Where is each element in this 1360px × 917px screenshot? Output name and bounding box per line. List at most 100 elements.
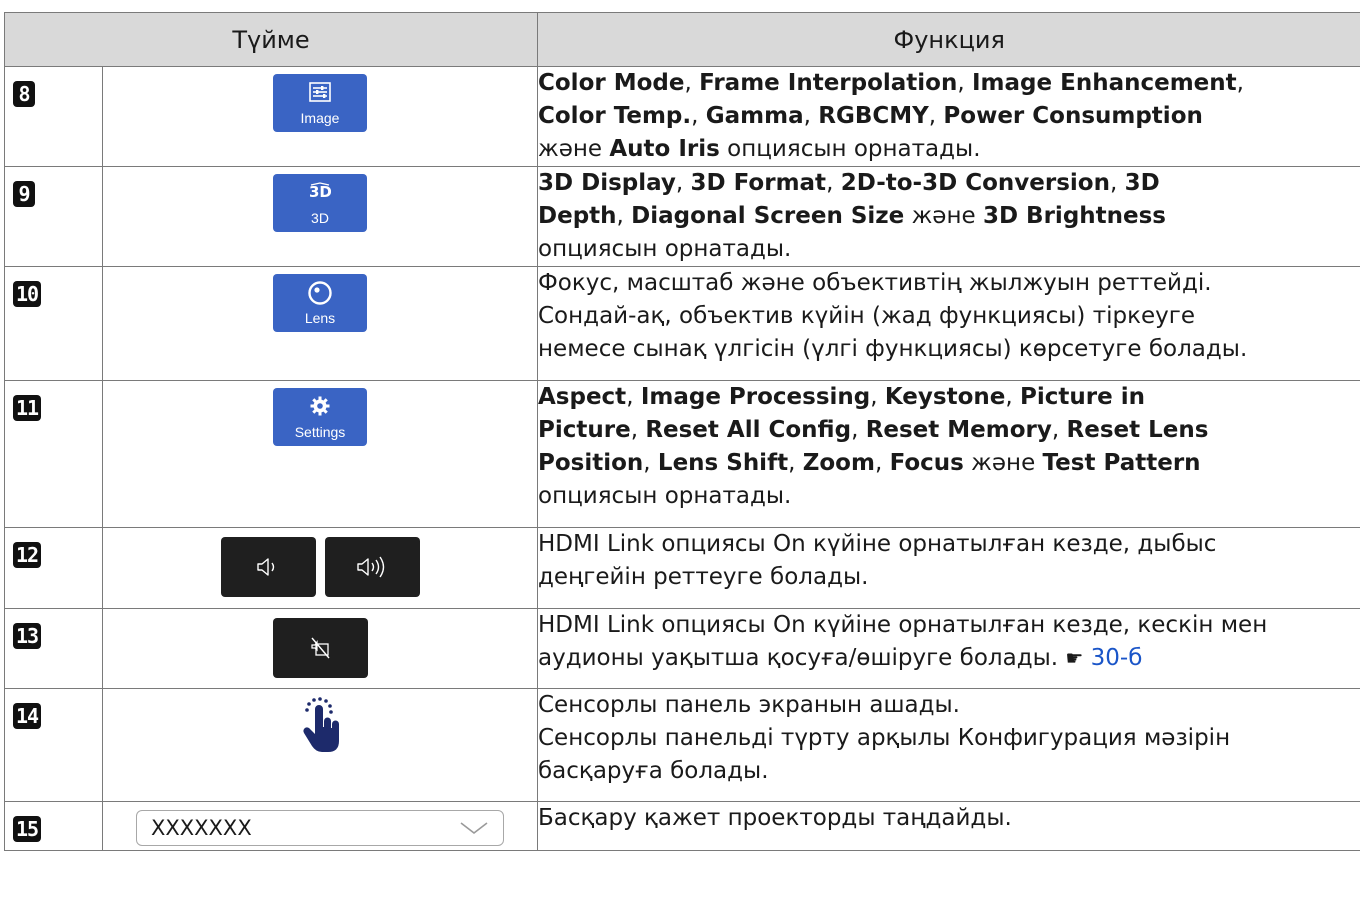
- description-text: ,: [803, 103, 819, 129]
- description-text: HDMI Link опциясы On күйіне орнатылған к…: [538, 612, 1268, 638]
- volume-up-button[interactable]: [324, 537, 420, 597]
- description-line: Position, Lens Shift, Zoom, Focus және T…: [538, 447, 1360, 480]
- description-text: Сенсорлы панель экранын ашады.: [538, 692, 961, 718]
- description-text: ,: [870, 384, 885, 410]
- option-name: 3D Display: [538, 170, 676, 196]
- description-line: опциясын орнатады.: [538, 480, 1360, 513]
- description-text: басқаруға болады.: [538, 758, 769, 784]
- option-name: Frame Interpolation: [699, 70, 958, 96]
- option-name: Color Temp.: [538, 103, 692, 129]
- projector-select-value: XXXXXXX: [151, 816, 252, 840]
- option-name: Auto Iris: [609, 136, 720, 162]
- lens-icon: [273, 280, 367, 306]
- projector-select[interactable]: XXXXXXX: [136, 810, 504, 846]
- description-line: Color Mode, Frame Interpolation, Image E…: [538, 68, 1360, 101]
- description-text: және: [538, 136, 610, 162]
- description-text: және: [904, 203, 983, 229]
- description-text: [1083, 645, 1090, 671]
- row-number-badge: 15: [13, 816, 42, 842]
- description-text: ,: [691, 103, 706, 129]
- option-name: Power Consumption: [943, 103, 1203, 129]
- description-text: деңгейін реттеуге болады.: [538, 564, 869, 590]
- description-text: ,: [957, 70, 972, 96]
- table-header-row: Түйме Функция: [4, 12, 1360, 67]
- description-line: HDMI Link опциясы On күйіне орнатылған к…: [538, 610, 1360, 643]
- row-number-badge: 9: [13, 181, 35, 207]
- function-description: Басқару қажет проекторды таңдайды.: [537, 801, 1360, 851]
- description-line: HDMI Link опциясы On күйіне орнатылған к…: [538, 529, 1360, 562]
- description-line: опциясын орнатады.: [538, 233, 1360, 266]
- table-row: 11 Settings Aspect, Image Processing, Ke…: [4, 380, 1360, 528]
- option-name: Picture in: [1020, 384, 1145, 410]
- description-text: ,: [928, 103, 944, 129]
- function-description: HDMI Link опциясы On күйіне орнатылған к…: [537, 527, 1360, 609]
- function-description: Color Mode, Frame Interpolation, Image E…: [537, 66, 1360, 167]
- function-description: Сенсорлы панель экранын ашады. Сенсорлы п…: [537, 688, 1360, 802]
- lens-button[interactable]: Lens: [273, 274, 367, 332]
- description-line: Picture, Reset All Config, Reset Memory,…: [538, 414, 1360, 447]
- description-line: және Auto Iris опциясын орнатады.: [538, 133, 1360, 166]
- pointing-hand-icon: ☛: [1065, 646, 1084, 670]
- description-text: ,: [643, 450, 658, 476]
- volume-down-button[interactable]: [220, 537, 316, 597]
- description-line: Сенсорлы панель экранын ашады.: [538, 690, 1360, 723]
- description-text: ,: [616, 203, 632, 229]
- button-caption: Lens: [304, 310, 336, 326]
- description-text: Сенсорлы панельді түрту арқылы Конфигура…: [538, 725, 1231, 751]
- chevron-down-icon: [460, 822, 488, 835]
- description-line: Сенсорлы панельді түрту арқылы Конфигура…: [538, 722, 1360, 755]
- option-name: Color Mode: [538, 70, 685, 96]
- button-caption: 3D: [311, 210, 329, 226]
- image-button[interactable]: Image: [273, 74, 367, 132]
- option-name: Position: [538, 450, 644, 476]
- touch-panel-button[interactable]: [300, 697, 340, 757]
- option-name: Lens Shift: [657, 450, 789, 476]
- av-mute-button[interactable]: [272, 618, 368, 678]
- function-description: HDMI Link опциясы On күйіне орнатылған к…: [537, 608, 1360, 689]
- sliders-icon: [273, 82, 367, 102]
- option-name: 3D Brightness: [982, 203, 1166, 229]
- description-line: аудионы уақытша қосуға/өшіруге болады. ☛…: [539, 642, 1360, 675]
- volume-down-icon: [257, 558, 275, 576]
- description-text: опциясын орнатады.: [719, 136, 981, 162]
- option-name: Focus: [889, 450, 964, 476]
- description-line: Фокус, масштаб және объективтің жылжуын …: [539, 268, 1360, 301]
- option-name: Diagonal Screen Size: [631, 203, 905, 229]
- row-number-badge: 8: [13, 81, 35, 107]
- function-description: Aspect, Image Processing, Keystone, Pict…: [537, 380, 1360, 528]
- description-text: ,: [630, 417, 646, 443]
- description-text: опциясын орнатады.: [538, 236, 792, 262]
- table-row: 12 HDMI Link опциясы On күйіне орнатылға…: [4, 527, 1360, 609]
- option-name: Reset Memory: [865, 417, 1052, 443]
- 3d-button[interactable]: 3D 3D: [273, 174, 367, 232]
- option-name: Keystone: [884, 384, 1006, 410]
- option-name: Image Enhancement: [972, 70, 1237, 96]
- description-text: ,: [626, 384, 641, 410]
- option-name: Picture: [538, 417, 631, 443]
- description-text: ,: [1051, 417, 1067, 443]
- av-mute-icon: [311, 637, 330, 659]
- description-text: ,: [826, 170, 841, 196]
- settings-button[interactable]: Settings: [273, 388, 367, 446]
- description-text: ,: [1005, 384, 1020, 410]
- description-text: опциясын орнатады.: [538, 483, 792, 509]
- row-number-badge: 10: [13, 281, 42, 307]
- gear-icon: [273, 396, 367, 416]
- option-name: Aspect: [538, 384, 627, 410]
- table-row: 10 Lens Фокус, масштаб және объективтің …: [4, 266, 1360, 381]
- description-line: немесе сынақ үлгісін (үлгі функциясы) кө…: [538, 333, 1360, 366]
- description-text: немесе сынақ үлгісін (үлгі функциясы) кө…: [538, 336, 1248, 362]
- table-row: 14 Сенсорлы панель экранын ашады. Сенсор…: [4, 688, 1360, 802]
- function-description: Фокус, масштаб және объективтің жылжуын …: [537, 266, 1360, 381]
- description-line: Сондай-ақ, объектив күйін (жад функциясы…: [539, 300, 1360, 333]
- volume-up-icon: [357, 556, 385, 578]
- option-name: RGBCMY: [818, 103, 929, 129]
- option-name: 3D Format: [690, 170, 827, 196]
- description-line: Aspect, Image Processing, Keystone, Pict…: [538, 382, 1360, 415]
- description-text: HDMI Link опциясы On күйіне орнатылған к…: [538, 531, 1217, 557]
- description-text: ,: [675, 170, 691, 196]
- row-number-badge: 13: [13, 623, 42, 649]
- description-text: ,: [1109, 170, 1125, 196]
- option-name: 3D: [1124, 170, 1160, 196]
- page-reference-link[interactable]: 30-б: [1091, 645, 1143, 671]
